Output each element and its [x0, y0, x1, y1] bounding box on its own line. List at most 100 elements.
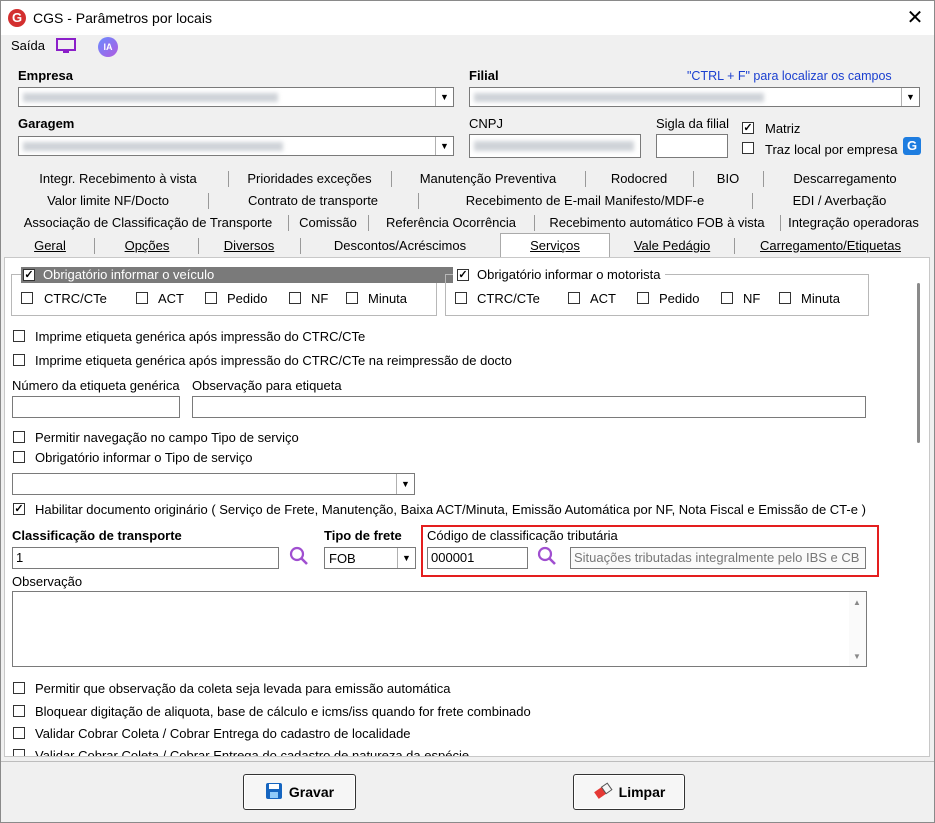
- codigo-class-field[interactable]: 000001: [427, 547, 528, 569]
- observacao-textarea[interactable]: ▲ ▼: [12, 591, 867, 667]
- class-transporte-label: Classificação de transporte: [12, 528, 182, 543]
- tipo-frete-select[interactable]: FOB ▼: [324, 547, 416, 569]
- tab-descarregamento[interactable]: Descarregamento: [763, 169, 927, 189]
- close-icon[interactable]: ✕: [901, 5, 929, 31]
- veiculo-ctrc-label: CTRC/CTe: [44, 291, 107, 306]
- numero-etiqueta-field[interactable]: [12, 396, 180, 418]
- tab-edi-averbacao[interactable]: EDI / Averbação: [752, 191, 927, 211]
- tab-contrato-transporte[interactable]: Contrato de transporte: [208, 191, 418, 211]
- ia-icon[interactable]: IA: [98, 37, 118, 57]
- saida-label[interactable]: Saída: [11, 38, 45, 53]
- filial-select[interactable]: ▼: [469, 87, 920, 107]
- panel-scrollbar[interactable]: [917, 283, 920, 443]
- title-bar: G CGS - Parâmetros por locais ✕: [1, 1, 934, 35]
- obrig-motorista-label: Obrigatório informar o motorista: [477, 267, 661, 282]
- traz-local-checkbox[interactable]: [742, 142, 754, 154]
- garagem-select[interactable]: ▼: [18, 136, 454, 156]
- cnpj-label: CNPJ: [469, 116, 503, 131]
- gravar-button[interactable]: Gravar: [243, 774, 356, 810]
- class-transporte-field[interactable]: 1: [12, 547, 279, 569]
- eraser-icon: [593, 781, 613, 803]
- tab-manutencao[interactable]: Manutenção Preventiva: [391, 169, 585, 189]
- motorista-minuta-label: Minuta: [801, 291, 841, 306]
- imprime-etiqueta-reimp-checkbox[interactable]: [13, 354, 25, 366]
- app-logo-icon: G: [8, 9, 26, 27]
- ctrl-f-hint: "CTRL + F" para localizar os campos: [687, 69, 892, 83]
- veiculo-ctrc-checkbox[interactable]: [21, 292, 33, 304]
- habilitar-doc-checkbox[interactable]: ✓: [13, 503, 25, 515]
- tab-carregamento-etiquetas[interactable]: Carregamento/Etiquetas: [734, 236, 927, 256]
- tab-integracao-operadoras[interactable]: Integração operadoras: [780, 213, 927, 233]
- empresa-label: Empresa: [18, 68, 73, 83]
- empresa-select[interactable]: ▼: [18, 87, 454, 107]
- search-icon[interactable]: [537, 546, 557, 571]
- tab-recebimento-email[interactable]: Recebimento de E-mail Manifesto/MDF-e: [418, 191, 752, 211]
- tab-opcoes[interactable]: Opções: [94, 236, 200, 256]
- motorista-minuta-checkbox[interactable]: [779, 292, 791, 304]
- scroll-down-icon[interactable]: ▼: [853, 652, 861, 661]
- tab-integr-recebimento[interactable]: Integr. Recebimento à vista: [8, 169, 228, 189]
- tab-diversos[interactable]: Diversos: [198, 236, 300, 256]
- motorista-nf-checkbox[interactable]: [721, 292, 733, 304]
- permitir-nav-checkbox[interactable]: [13, 431, 25, 443]
- tab-vale-pedagio[interactable]: Vale Pedágio: [610, 236, 734, 256]
- limpar-button[interactable]: Limpar: [573, 774, 685, 810]
- veiculo-pedido-label: Pedido: [227, 291, 268, 306]
- motorista-pedido-label: Pedido: [659, 291, 700, 306]
- veiculo-minuta-checkbox[interactable]: [346, 292, 358, 304]
- validar-localidade-checkbox[interactable]: [13, 727, 25, 739]
- tab-recebimento-fob[interactable]: Recebimento automático FOB à vista: [534, 213, 780, 233]
- obrig-veiculo-checkbox[interactable]: ✓: [23, 269, 35, 281]
- chevron-down-icon[interactable]: ▼: [435, 88, 453, 106]
- veiculo-act-checkbox[interactable]: [136, 292, 148, 304]
- sigla-field[interactable]: [656, 134, 728, 158]
- tab-servicos[interactable]: Serviços: [500, 233, 610, 257]
- sigla-label: Sigla da filial: [656, 116, 729, 131]
- tab-associacao-classificacao[interactable]: Associação de Classificação de Transport…: [8, 213, 288, 233]
- limpar-label: Limpar: [618, 784, 666, 800]
- tab-descontos-acrescimos[interactable]: Descontos/Acréscimos: [300, 236, 500, 256]
- scroll-up-icon[interactable]: ▲: [853, 598, 861, 607]
- veiculo-pedido-checkbox[interactable]: [205, 292, 217, 304]
- window-title: CGS - Parâmetros por locais: [33, 10, 212, 26]
- motorista-nf-label: NF: [743, 291, 761, 306]
- motorista-ctrc-checkbox[interactable]: [455, 292, 467, 304]
- tab-referencia-ocorrencia[interactable]: Referência Ocorrência: [368, 213, 534, 233]
- permitir-obs-coleta-checkbox[interactable]: [13, 682, 25, 694]
- monitor-icon[interactable]: [56, 38, 76, 54]
- obrig-tipo-servico-label: Obrigatório informar o Tipo de serviço: [35, 450, 253, 465]
- tab-row-4: Geral Opções Diversos Descontos/Acréscim…: [8, 233, 927, 257]
- obrig-motorista-checkbox[interactable]: ✓: [457, 269, 469, 281]
- matriz-checkbox[interactable]: ✓: [742, 122, 754, 134]
- tab-prioridades[interactable]: Prioridades exceções: [228, 169, 391, 189]
- habilitar-doc-label: Habilitar documento originário ( Serviço…: [35, 502, 866, 517]
- tab-geral[interactable]: Geral: [8, 236, 92, 256]
- motorista-act-label: ACT: [590, 291, 616, 306]
- bloquear-aliquota-checkbox[interactable]: [13, 705, 25, 717]
- codigo-class-label: Código de classificação tributária: [427, 528, 618, 543]
- obrig-tipo-servico-checkbox[interactable]: [13, 451, 25, 463]
- motorista-act-checkbox[interactable]: [568, 292, 580, 304]
- motorista-pedido-checkbox[interactable]: [637, 292, 649, 304]
- motorista-ctrc-label: CTRC/CTe: [477, 291, 540, 306]
- tipo-servico-select[interactable]: ▼: [12, 473, 415, 495]
- permitir-obs-coleta-label: Permitir que observação da coleta seja l…: [35, 681, 451, 696]
- cnpj-field[interactable]: [469, 134, 641, 158]
- tab-rodocred[interactable]: Rodocred: [585, 169, 693, 189]
- veiculo-nf-checkbox[interactable]: [289, 292, 301, 304]
- tab-valor-limite[interactable]: Valor limite NF/Docto: [8, 191, 208, 211]
- imprime-etiqueta-checkbox[interactable]: [13, 330, 25, 342]
- chevron-down-icon[interactable]: ▼: [435, 137, 453, 155]
- search-icon[interactable]: [289, 546, 309, 571]
- validar-natureza-checkbox[interactable]: [13, 749, 25, 756]
- tab-comissao[interactable]: Comissão: [288, 213, 368, 233]
- obs-etiqueta-field[interactable]: [192, 396, 866, 418]
- chevron-down-icon[interactable]: ▼: [397, 548, 415, 568]
- clipped-row: Validar Cobrar Coleta / Cobrar Entrega d…: [5, 745, 915, 756]
- g-app-icon[interactable]: G: [903, 137, 921, 155]
- chevron-down-icon[interactable]: ▼: [396, 474, 414, 494]
- tab-bio[interactable]: BIO: [693, 169, 763, 189]
- chevron-down-icon[interactable]: ▼: [901, 88, 919, 106]
- tipo-frete-value: FOB: [329, 551, 356, 566]
- tab-row-2: Valor limite NF/Docto Contrato de transp…: [8, 191, 927, 211]
